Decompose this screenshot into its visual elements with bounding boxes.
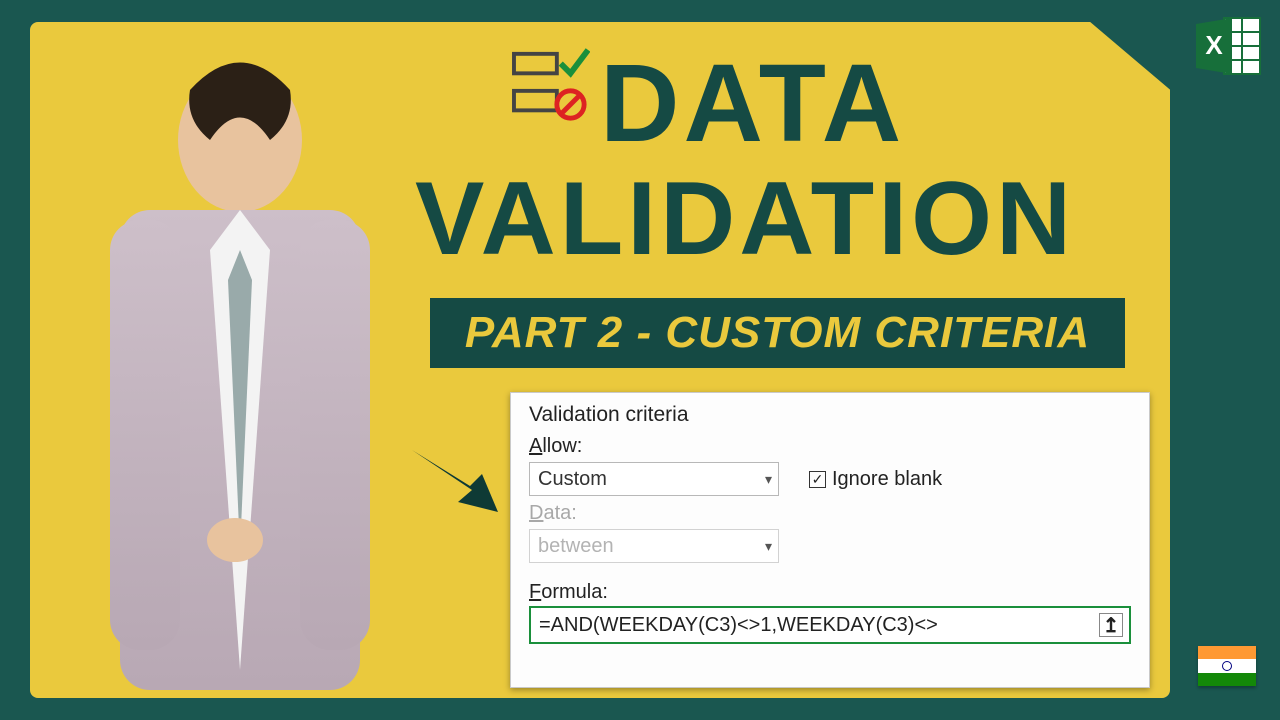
data-value: between	[538, 535, 614, 558]
data-label: Data:	[529, 502, 1131, 525]
ignore-blank-checkbox[interactable]: ✓ Ignore blank	[809, 468, 942, 491]
formula-value: =AND(WEEKDAY(C3)<>1,WEEKDAY(C3)<>	[539, 614, 938, 637]
validation-icon	[512, 48, 590, 124]
excel-icon: X	[1194, 14, 1262, 78]
allow-value: Custom	[538, 468, 607, 491]
subtitle-ribbon: PART 2 - CUSTOM CRITERIA	[430, 298, 1125, 368]
data-dropdown: between ▾	[529, 529, 779, 563]
chevron-down-icon: ▾	[765, 538, 772, 555]
formula-input[interactable]: =AND(WEEKDAY(C3)<>1,WEEKDAY(C3)<> ↥	[529, 606, 1131, 644]
checkbox-mark: ✓	[809, 471, 826, 488]
allow-dropdown[interactable]: Custom ▾	[529, 462, 779, 496]
india-flag-icon	[1198, 646, 1256, 686]
thumbnail-frame: X DATA VALIDATION PART 2 - CUSTOM CRITER…	[0, 0, 1280, 720]
dialog-header: Validation criteria	[529, 403, 1131, 427]
chevron-down-icon: ▾	[765, 471, 772, 488]
range-picker-button[interactable]: ↥	[1099, 613, 1123, 637]
presenter-image	[60, 50, 420, 700]
title-line-1: DATA	[600, 40, 905, 167]
subtitle-text: PART 2 - CUSTOM CRITERIA	[465, 308, 1090, 358]
allow-label: Allow:	[529, 435, 1131, 458]
title-line-2: VALIDATION	[415, 160, 1075, 279]
formula-label: Formula:	[529, 581, 1131, 604]
validation-dialog: Validation criteria Allow: Custom ▾ ✓ Ig…	[510, 392, 1150, 688]
svg-text:X: X	[1205, 30, 1223, 60]
pointer-arrow-icon	[402, 430, 512, 540]
